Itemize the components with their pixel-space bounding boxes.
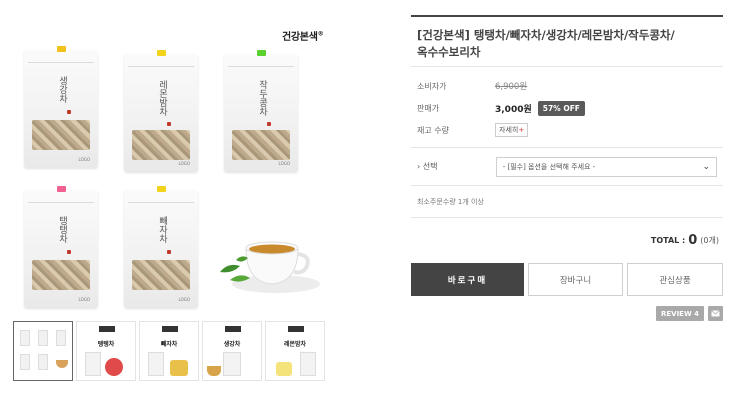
- sale-price: 3,000원: [495, 104, 532, 115]
- pouch-label: 빼자차: [157, 216, 167, 243]
- pouch-ppaeja-tea: 빼자차 LOGO: [124, 186, 198, 308]
- discount-badge: 57% OFF: [537, 100, 585, 116]
- pouch-ginger-tea: 생강차 LOGO: [24, 46, 98, 168]
- consumer-price-label: 소비자가: [417, 81, 447, 91]
- total-label: TOTAL :: [650, 235, 686, 245]
- product-info-panel: [건강본색] 탱탱차/빼자차/생강차/레몬밤차/작두콩차/옥수수보리차 소비자가…: [411, 15, 723, 321]
- thumbnail-3[interactable]: 빼자차: [139, 321, 199, 381]
- option-label: › 선택: [417, 162, 438, 171]
- thumbnail-strip: 탱탱차 빼자차 생강차 레몬밤차: [13, 321, 325, 381]
- sale-price-label: 판매가: [417, 103, 440, 113]
- add-to-cart-button[interactable]: 장바구니: [528, 263, 623, 296]
- stock-detail-button[interactable]: 자세히+: [495, 123, 529, 137]
- consumer-price: 6,900원: [495, 82, 528, 92]
- option-select[interactable]: - [필수] 옵션을 선택해 주세요 - ⌄: [495, 156, 717, 177]
- pouch-taengtaeng-tea: 탱탱차 LOGO: [24, 186, 98, 308]
- thumbnail-5[interactable]: 레몬밤차: [265, 321, 325, 381]
- pouch-sword-bean-tea: 작두콩차 LOGO: [224, 50, 298, 172]
- thumbnail-1[interactable]: [13, 321, 73, 381]
- pouch-label: 작두콩차: [257, 80, 267, 116]
- chevron-down-icon: ⌄: [702, 161, 710, 172]
- mail-button[interactable]: [708, 306, 723, 321]
- action-buttons: 바로구매 장바구니 관심상품: [411, 263, 723, 296]
- pouch-label: 생강차: [57, 76, 67, 103]
- consumer-price-row: 소비자가 6,900원: [417, 75, 717, 97]
- option-select-value: - [필수] 옵션을 선택해 주세요 -: [502, 162, 596, 171]
- total-price: TOTAL : 0 (0개): [411, 218, 723, 262]
- pouch-label: 탱탱차: [57, 216, 67, 243]
- review-bar: REVIEW 4: [411, 306, 723, 321]
- thumbnail-2[interactable]: 탱탱차: [76, 321, 136, 381]
- review-button[interactable]: REVIEW 4: [655, 306, 704, 321]
- option-row: › 선택 - [필수] 옵션을 선택해 주세요 - ⌄: [411, 148, 723, 186]
- teacup-image: [220, 241, 320, 293]
- stock-row: 재고 수량 자세히+: [417, 119, 717, 141]
- pouch-lemon-balm-tea: 레몬밤차 LOGO: [124, 50, 198, 172]
- min-order-quantity: 최소주문수량 1개 이상: [411, 186, 723, 218]
- total-amount: 0: [688, 232, 698, 248]
- price-table: 소비자가 6,900원 판매가 3,000원 57% OFF 재고 수량 자세히…: [411, 67, 723, 148]
- sale-price-row: 판매가 3,000원 57% OFF: [417, 97, 717, 119]
- stock-label: 재고 수량: [417, 125, 449, 135]
- product-main-image: 건강본색® 생강차 LOGO 레몬밤차 LOGO 작두콩차 LOGO 탱탱차 L…: [10, 18, 330, 312]
- wishlist-button[interactable]: 관심상품: [627, 263, 723, 296]
- pouch-tag: [57, 46, 66, 52]
- pouch-label: 레몬밤차: [157, 80, 167, 116]
- buy-now-button[interactable]: 바로구매: [411, 263, 524, 296]
- plus-icon: +: [518, 126, 525, 134]
- mail-icon: [711, 310, 720, 317]
- thumbnail-4[interactable]: 생강차: [202, 321, 262, 381]
- brand-logo: 건강본색®: [282, 30, 324, 43]
- total-count: (0개): [700, 235, 719, 245]
- product-title: [건강본색] 탱탱차/빼자차/생강차/레몬밤차/작두콩차/옥수수보리차: [417, 28, 675, 59]
